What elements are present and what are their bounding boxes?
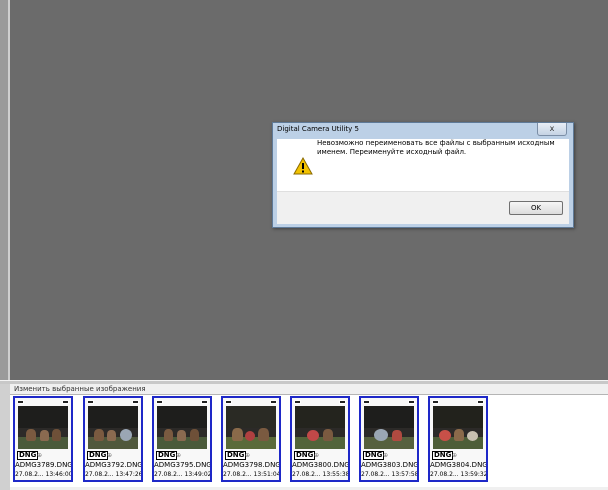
- ok-button[interactable]: OK: [509, 201, 563, 215]
- thumbnail-filename: ADMG3792.DNG: [85, 461, 141, 469]
- thumbnail-filename: ADMG3804.DNG: [430, 461, 486, 469]
- thumbnail-image: [433, 406, 483, 449]
- rating-icon: [17, 400, 24, 404]
- thumbnail-filename: ADMG3795.DNG: [154, 461, 210, 469]
- rating-icon: [294, 400, 301, 404]
- thumbnail[interactable]: DNG ⊕ ADMG3804.DNG 27.08.2... 13:59:32: [428, 396, 488, 482]
- thumbnail[interactable]: DNG ⊕ ADMG3792.DNG 27.08.2... 13:47:26: [83, 396, 143, 482]
- thumbnail-image: [295, 406, 345, 449]
- thumbnail-image: [364, 406, 414, 449]
- lock-icon: ⊕: [383, 452, 389, 459]
- file-type-icon: [62, 400, 69, 404]
- file-type-icon: [132, 400, 139, 404]
- file-type-icon: [477, 400, 484, 404]
- thumbnail[interactable]: DNG ⊕ ADMG3795.DNG 27.08.2... 13:49:02: [152, 396, 212, 482]
- thumbnail[interactable]: DNG ⊕ ADMG3798.DNG 27.08.2... 13:51:04: [221, 396, 281, 482]
- lock-icon: ⊕: [176, 452, 182, 459]
- thumbnail-date: 27.08.2... 13:55:38: [292, 471, 348, 478]
- left-panel-edge: [0, 0, 10, 380]
- rating-icon: [225, 400, 232, 404]
- thumbnail[interactable]: DNG ⊕ ADMG3800.DNG 27.08.2... 13:55:38: [290, 396, 350, 482]
- close-button[interactable]: x: [537, 123, 567, 136]
- thumbnail-filename: ADMG3789.DNG: [15, 461, 71, 469]
- thumbnail-date: 27.08.2... 13:59:32: [430, 471, 486, 478]
- format-badge: DNG: [156, 451, 178, 460]
- warning-icon: [293, 157, 313, 175]
- format-badge: DNG: [225, 451, 247, 460]
- format-badge: DNG: [432, 451, 454, 460]
- thumbnail-date: 27.08.2... 13:57:58: [361, 471, 417, 478]
- format-badge: DNG: [17, 451, 39, 460]
- format-badge: DNG: [294, 451, 316, 460]
- thumbnail-filename: ADMG3803.DNG: [361, 461, 417, 469]
- dialog-message: Невозможно переименовать все файлы с выб…: [317, 139, 555, 156]
- thumbnail-date: 27.08.2... 13:46:00: [15, 471, 71, 478]
- file-type-icon: [339, 400, 346, 404]
- lock-icon: ⊕: [452, 452, 458, 459]
- thumbnail-filename: ADMG3798.DNG: [223, 461, 279, 469]
- dialog-title: Digital Camera Utility 5: [277, 125, 359, 133]
- rating-icon: [432, 400, 439, 404]
- file-type-icon: [201, 400, 208, 404]
- lock-icon: ⊕: [314, 452, 320, 459]
- thumbnail-image: [18, 406, 68, 449]
- thumbnail-image: [157, 406, 207, 449]
- app-window: Изменить выбранные изображения DNG ⊕ ADM…: [0, 0, 608, 490]
- rating-icon: [87, 400, 94, 404]
- rating-icon: [156, 400, 163, 404]
- lock-icon: ⊕: [37, 452, 43, 459]
- thumbnail-date: 27.08.2... 13:51:04: [223, 471, 279, 478]
- rating-icon: [363, 400, 370, 404]
- thumbnail-image: [88, 406, 138, 449]
- format-badge: DNG: [87, 451, 109, 460]
- filmstrip-label: Изменить выбранные изображения: [14, 385, 146, 393]
- thumbnail-date: 27.08.2... 13:49:02: [154, 471, 210, 478]
- thumbnail-date: 27.08.2... 13:47:26: [85, 471, 141, 478]
- file-type-icon: [270, 400, 277, 404]
- thumbnail-image: [226, 406, 276, 449]
- lock-icon: ⊕: [245, 452, 251, 459]
- format-badge: DNG: [363, 451, 385, 460]
- error-dialog: Digital Camera Utility 5 x Невозможно пе…: [272, 122, 574, 228]
- lock-icon: ⊕: [107, 452, 113, 459]
- thumbnail[interactable]: DNG ⊕ ADMG3803.DNG 27.08.2... 13:57:58: [359, 396, 419, 482]
- thumbnail-filename: ADMG3800.DNG: [292, 461, 348, 469]
- thumbnail[interactable]: DNG ⊕ ADMG3789.DNG 27.08.2... 13:46:00: [13, 396, 73, 482]
- file-type-icon: [408, 400, 415, 404]
